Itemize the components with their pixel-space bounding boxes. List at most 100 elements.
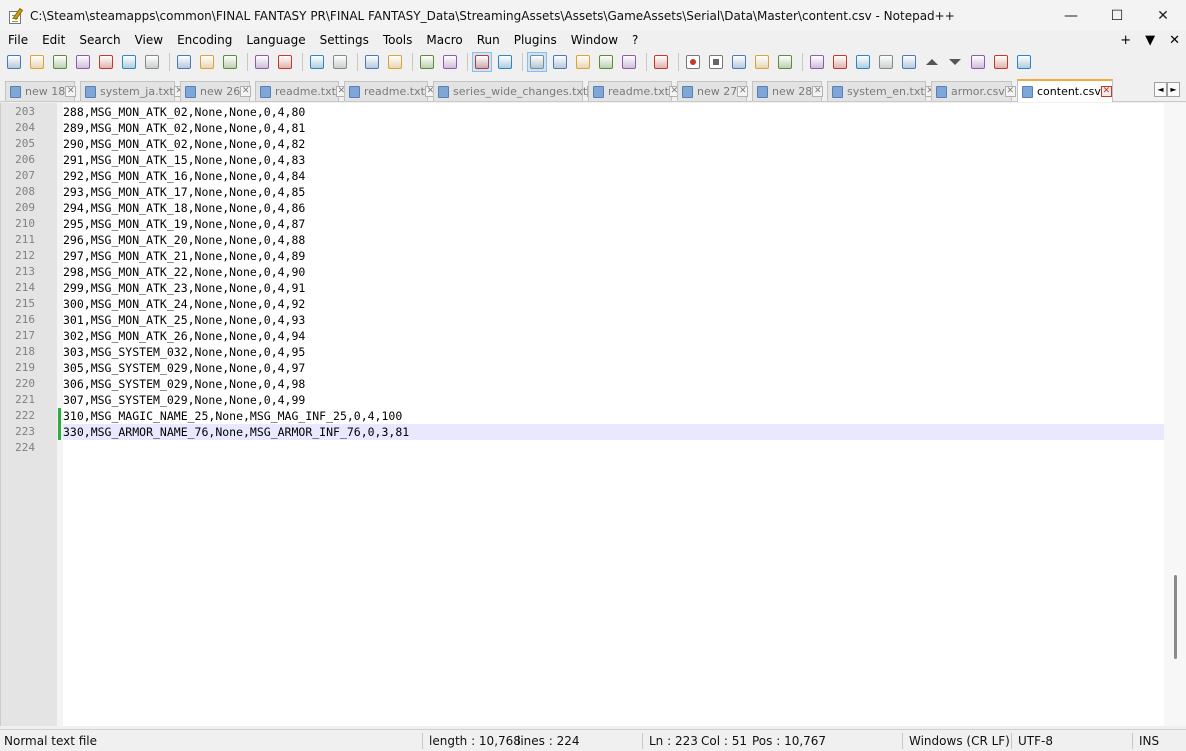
settings-icon[interactable] <box>991 52 1011 72</box>
editor-line[interactable]: 204 289,MSG_MON_ATK_02,None,None,0,4,81 <box>1 120 1165 136</box>
editor-line[interactable]: 222 310,MSG_MAGIC_NAME_25,None,MSG_MAG_IN… <box>1 408 1165 424</box>
line-text[interactable]: 303,MSG_SYSTEM_032,None,None,0,4,95 <box>63 344 305 360</box>
menu-encoding[interactable]: Encoding <box>169 31 238 50</box>
editor-line[interactable]: 219 305,MSG_SYSTEM_029,None,None,0,4,97 <box>1 360 1165 376</box>
editor-line[interactable]: 220 306,MSG_SYSTEM_029,None,None,0,4,98 <box>1 376 1165 392</box>
tab-new-18[interactable]: new 18 ✕ <box>5 81 77 101</box>
down-icon[interactable] <box>945 52 965 72</box>
editor-line[interactable]: 224 <box>1 440 1165 456</box>
editor-area[interactable]: 203 288,MSG_MON_ATK_02,None,None,0,4,80 20… <box>0 103 1186 726</box>
editor-line[interactable]: 213 298,MSG_MON_ATK_22,None,None,0,4,90 <box>1 264 1165 280</box>
tab-content-csv[interactable]: content.csv ✕ <box>1017 79 1113 102</box>
tab-readme-txt[interactable]: readme.txt ✕ <box>255 81 347 101</box>
editor-line[interactable]: 223 330,MSG_ARMOR_NAME_76,None,MSG_ARMOR_… <box>1 424 1165 440</box>
show-document-list-icon[interactable] <box>807 52 827 72</box>
new-file-icon[interactable] <box>4 52 24 72</box>
new-tab-plus-icon[interactable]: + <box>1120 33 1131 48</box>
line-text[interactable]: 302,MSG_MON_ATK_26,None,None,0,4,94 <box>63 328 305 344</box>
editor-line[interactable]: 205 290,MSG_MON_ATK_02,None,None,0,4,82 <box>1 136 1165 152</box>
status-eol[interactable]: Windows (CR LF) <box>909 730 1010 751</box>
save-macro-icon[interactable] <box>775 52 795 72</box>
menu-macro[interactable]: Macro <box>418 31 468 50</box>
editor-line[interactable]: 218 303,MSG_SYSTEM_032,None,None,0,4,95 <box>1 344 1165 360</box>
function-list-icon[interactable] <box>596 52 616 72</box>
line-text[interactable]: 306,MSG_SYSTEM_029,None,None,0,4,98 <box>63 376 305 392</box>
vertical-scrollbar[interactable] <box>1164 103 1186 726</box>
maximize-button[interactable]: ☐ <box>1094 0 1140 31</box>
sort-icon[interactable] <box>968 52 988 72</box>
menu-plugins[interactable]: Plugins <box>506 31 563 50</box>
status-encoding[interactable]: UTF-8 <box>1018 730 1053 751</box>
line-text[interactable]: 299,MSG_MON_ATK_23,None,None,0,4,91 <box>63 280 305 296</box>
folder-as-workspace-icon[interactable] <box>619 52 639 72</box>
show-panel-icon[interactable] <box>830 52 850 72</box>
line-text[interactable]: 296,MSG_MON_ATK_20,None,None,0,4,88 <box>63 232 305 248</box>
menu-edit[interactable]: Edit <box>34 31 71 50</box>
line-text[interactable]: 288,MSG_MON_ATK_02,None,None,0,4,80 <box>63 104 305 120</box>
tab-system-en-txt[interactable]: system_en.txt✕ <box>827 81 936 101</box>
monitoring-icon[interactable] <box>651 52 671 72</box>
minimize-button[interactable]: — <box>1048 0 1094 31</box>
editor-line[interactable]: 203 288,MSG_MON_ATK_02,None,None,0,4,80 <box>1 104 1165 120</box>
stop-macro-icon[interactable] <box>706 52 726 72</box>
tab-list-dropdown-icon[interactable]: ▼ <box>1145 33 1155 48</box>
sync-horizontal-icon[interactable] <box>440 52 460 72</box>
line-text[interactable]: 310,MSG_MAGIC_NAME_25,None,MSG_MAG_INF_2… <box>63 408 402 424</box>
tab-readme-txt[interactable]: readme.txt ✕ <box>588 81 680 101</box>
menu-file[interactable]: File <box>0 31 34 50</box>
editor-line[interactable]: 214 299,MSG_MON_ATK_23,None,None,0,4,91 <box>1 280 1165 296</box>
sync-vertical-icon[interactable] <box>417 52 437 72</box>
status-insert-mode[interactable]: INS <box>1139 730 1159 751</box>
close-all-icon[interactable] <box>119 52 139 72</box>
find-icon[interactable] <box>307 52 327 72</box>
line-text[interactable]: 293,MSG_MON_ATK_17,None,None,0,4,85 <box>63 184 305 200</box>
editor-line[interactable]: 206 291,MSG_MON_ATK_15,None,None,0,4,83 <box>1 152 1165 168</box>
tab-readme-txt[interactable]: readme.txt ✕ <box>344 81 436 101</box>
close-window-button[interactable]: ✕ <box>1140 0 1186 31</box>
line-text[interactable]: 289,MSG_MON_ATK_02,None,None,0,4,81 <box>63 120 305 136</box>
redo-icon[interactable] <box>275 52 295 72</box>
close-icon[interactable] <box>96 52 116 72</box>
record-macro-icon[interactable] <box>683 52 703 72</box>
tab-close-icon[interactable]: ✕ <box>1004 86 1016 97</box>
menu-run[interactable]: Run <box>469 31 506 50</box>
line-text[interactable]: 291,MSG_MON_ATK_15,None,None,0,4,83 <box>63 152 305 168</box>
tab-new-26[interactable]: new 26 ✕ <box>180 81 252 101</box>
line-text[interactable]: 301,MSG_MON_ATK_25,None,None,0,4,93 <box>63 312 305 328</box>
line-text[interactable]: 290,MSG_MON_ATK_02,None,None,0,4,82 <box>63 136 305 152</box>
up-icon[interactable] <box>922 52 942 72</box>
define-language-icon[interactable] <box>550 52 570 72</box>
menu-window[interactable]: Window <box>563 31 624 50</box>
editor-line[interactable]: 209 294,MSG_MON_ATK_18,None,None,0,4,86 <box>1 200 1165 216</box>
menu-settings[interactable]: Settings <box>312 31 375 50</box>
scrollbar-thumb[interactable] <box>1174 575 1177 659</box>
tab-close-icon[interactable]: ✕ <box>240 86 252 97</box>
editor-line[interactable]: 210 295,MSG_MON_ATK_19,None,None,0,4,87 <box>1 216 1165 232</box>
open-file-icon[interactable] <box>27 52 47 72</box>
menu-language[interactable]: Language <box>238 31 311 50</box>
undo-icon[interactable] <box>252 52 272 72</box>
panel-toggle-icon[interactable] <box>1014 52 1034 72</box>
show-all-chars-icon[interactable] <box>495 52 515 72</box>
tab-scroll-left-icon[interactable]: ◄ <box>1154 82 1167 97</box>
tab-scroll-right-icon[interactable]: ► <box>1167 82 1180 97</box>
line-text[interactable]: 294,MSG_MON_ATK_18,None,None,0,4,86 <box>63 200 305 216</box>
cut-icon[interactable] <box>174 52 194 72</box>
show-panel3-icon[interactable] <box>876 52 896 72</box>
line-text[interactable]: 300,MSG_MON_ATK_24,None,None,0,4,92 <box>63 296 305 312</box>
menu-view[interactable]: View <box>127 31 169 50</box>
close-document-icon[interactable]: ✕ <box>1169 33 1180 48</box>
editor-line[interactable]: 217 302,MSG_MON_ATK_26,None,None,0,4,94 <box>1 328 1165 344</box>
editor-line[interactable]: 211 296,MSG_MON_ATK_20,None,None,0,4,88 <box>1 232 1165 248</box>
line-text[interactable]: 295,MSG_MON_ATK_19,None,None,0,4,87 <box>63 216 305 232</box>
zoom-in-icon[interactable] <box>362 52 382 72</box>
tab-close-icon[interactable]: ✕ <box>65 86 77 97</box>
editor-line[interactable]: 221 307,MSG_SYSTEM_029,None,None,0,4,99 <box>1 392 1165 408</box>
editor-line[interactable]: 216 301,MSG_MON_ATK_25,None,None,0,4,93 <box>1 312 1165 328</box>
tab-close-icon[interactable]: ✕ <box>1100 86 1112 97</box>
run-macro-multiple-icon[interactable] <box>752 52 772 72</box>
tab-close-icon[interactable]: ✕ <box>812 86 824 97</box>
play-macro-icon[interactable] <box>729 52 749 72</box>
editor-line[interactable]: 208 293,MSG_MON_ATK_17,None,None,0,4,85 <box>1 184 1165 200</box>
zoom-out-icon[interactable] <box>385 52 405 72</box>
